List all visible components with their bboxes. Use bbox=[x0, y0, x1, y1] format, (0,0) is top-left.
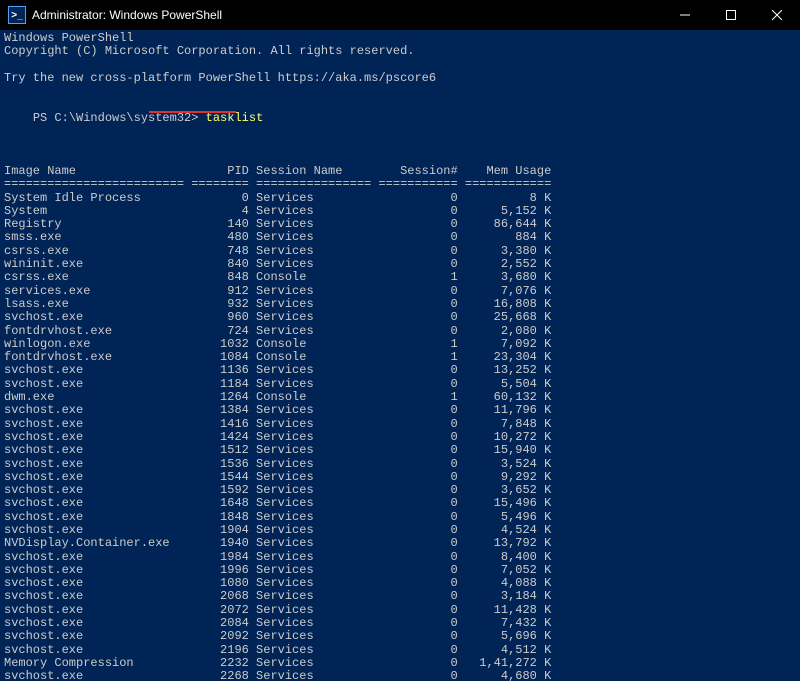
powershell-icon: >_ bbox=[8, 6, 26, 24]
blank-line bbox=[4, 59, 800, 72]
intro-line: Copyright (C) Microsoft Corporation. All… bbox=[4, 45, 800, 58]
maximize-button[interactable] bbox=[708, 0, 754, 30]
close-button[interactable] bbox=[754, 0, 800, 30]
blank-line bbox=[4, 85, 800, 98]
prompt-line: PS C:\Windows\system32> tasklist bbox=[4, 98, 800, 151]
intro-line: Windows PowerShell bbox=[4, 32, 800, 45]
process-table: System Idle Process 0 Services 0 8 K Sys… bbox=[4, 192, 800, 681]
blank-line bbox=[4, 152, 800, 165]
minimize-button[interactable] bbox=[662, 0, 708, 30]
table-header: Image Name PID Session Name Session# Mem… bbox=[4, 165, 800, 178]
try-line: Try the new cross-platform PowerShell ht… bbox=[4, 72, 800, 85]
prompt-text: PS C:\Windows\system32> bbox=[33, 111, 199, 125]
command-text: tasklist bbox=[206, 111, 264, 125]
command-underline-annotation bbox=[149, 111, 236, 113]
window-title: Administrator: Windows PowerShell bbox=[32, 8, 222, 22]
table-separator: ========================= ======== =====… bbox=[4, 178, 800, 191]
window-titlebar: >_ Administrator: Windows PowerShell bbox=[0, 0, 800, 30]
terminal-area[interactable]: Windows PowerShell Copyright (C) Microso… bbox=[0, 30, 800, 681]
